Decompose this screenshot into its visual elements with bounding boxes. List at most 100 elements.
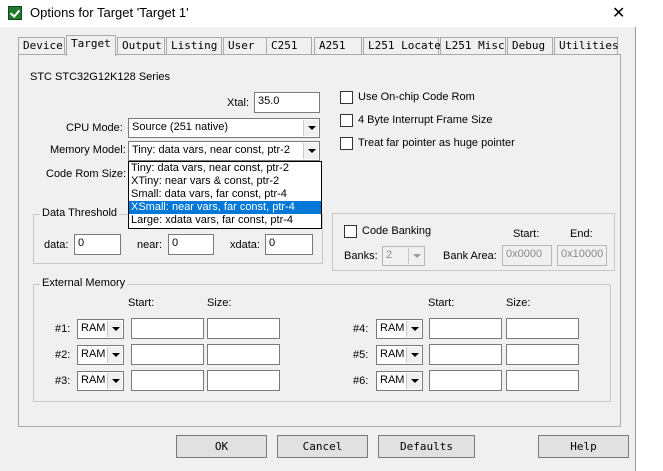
banks-value: 2: [386, 249, 393, 261]
ext-row-label: #3:: [55, 375, 71, 387]
ext-memory-type-value: RAM: [380, 374, 405, 386]
far-pointer-checkbox[interactable]: [340, 137, 353, 150]
ext-size-label-right: Size:: [506, 297, 531, 309]
interrupt-frame-label: 4 Byte Interrupt Frame Size: [358, 114, 493, 126]
tab-utilities[interactable]: Utilities: [554, 37, 619, 55]
ext-memory-type-value: RAM: [81, 348, 106, 360]
use-onchip-rom-checkbox[interactable]: [340, 91, 353, 104]
far-pointer-label: Treat far pointer as huge pointer: [358, 137, 515, 149]
cancel-button[interactable]: Cancel: [277, 435, 368, 458]
memory-model-option[interactable]: Tiny: data vars, near const, ptr-2: [129, 162, 321, 175]
tab-a251[interactable]: A251: [314, 37, 362, 55]
ext-start-input[interactable]: [429, 370, 502, 391]
ext-memory-type-select[interactable]: RAM: [77, 345, 124, 365]
cpu-mode-value: Source (251 native): [132, 121, 228, 133]
ext-memory-type-value: RAM: [81, 374, 106, 386]
ext-start-input[interactable]: [131, 370, 204, 391]
data-threshold-input[interactable]: 0: [74, 234, 121, 255]
banks-select[interactable]: 2: [382, 246, 425, 266]
close-icon[interactable]: ✕: [612, 3, 625, 23]
chevron-down-icon[interactable]: [406, 347, 421, 363]
tab-debug[interactable]: Debug: [507, 37, 553, 55]
ext-size-input[interactable]: [207, 370, 280, 391]
ext-start-input[interactable]: [429, 318, 502, 339]
interrupt-frame-checkbox[interactable]: [340, 114, 353, 127]
tab-c251[interactable]: C251: [266, 37, 312, 55]
chevron-down-icon[interactable]: [303, 120, 318, 136]
ext-memory-type-value: RAM: [81, 322, 106, 334]
code-banking-checkbox[interactable]: [344, 225, 357, 238]
ok-button[interactable]: OK: [176, 435, 267, 458]
tab-target[interactable]: Target: [66, 35, 116, 56]
ext-memory-type-select[interactable]: RAM: [376, 371, 423, 391]
ext-start-label-left: Start:: [128, 297, 155, 309]
defaults-button[interactable]: Defaults: [378, 435, 475, 458]
use-onchip-rom-label: Use On-chip Code Rom: [358, 91, 475, 103]
tab-l251-misc[interactable]: L251 Misc: [440, 37, 506, 55]
ext-start-label-right: Start:: [428, 297, 455, 309]
ext-row-label: #2:: [55, 349, 71, 361]
memory-model-label: Memory Model:: [50, 144, 126, 156]
data-label: data:: [44, 239, 69, 251]
ext-memory-type-select[interactable]: RAM: [77, 371, 124, 391]
chevron-down-icon[interactable]: [406, 373, 421, 389]
chevron-down-icon[interactable]: [408, 248, 423, 264]
device-name: STC STC32G12K128 Series: [30, 71, 171, 83]
memory-model-option[interactable]: Small: data vars, far const, ptr-4: [129, 188, 321, 201]
memory-model-value: Tiny: data vars, near const, ptr-2: [132, 144, 290, 156]
tab-listing[interactable]: Listing: [166, 37, 222, 55]
ext-row-label: #6:: [353, 375, 369, 387]
cpu-mode-label: CPU Mode:: [66, 122, 123, 134]
ext-size-label-left: Size:: [207, 297, 232, 309]
ext-start-input[interactable]: [131, 318, 204, 339]
code-banking-label: Code Banking: [362, 225, 432, 237]
xdata-label: xdata:: [230, 239, 260, 251]
bank-start-input[interactable]: 0x0000: [502, 245, 552, 266]
ext-start-input[interactable]: [429, 344, 502, 365]
code-rom-size-label: Code Rom Size:: [46, 168, 127, 180]
ext-size-input[interactable]: [207, 344, 280, 365]
help-button[interactable]: Help: [538, 435, 629, 458]
keil-app-icon: [8, 6, 22, 20]
external-memory-title: External Memory: [40, 277, 128, 289]
ext-row-label: #5:: [353, 349, 369, 361]
memory-model-option[interactable]: XTiny: near vars & const, ptr-2: [129, 175, 321, 188]
ext-memory-type-select[interactable]: RAM: [376, 319, 423, 339]
ext-row-label: #1:: [55, 323, 71, 335]
chevron-down-icon[interactable]: [107, 347, 122, 363]
ext-memory-type-select[interactable]: RAM: [376, 345, 423, 365]
xtal-label: Xtal:: [227, 97, 250, 109]
ext-size-input[interactable]: [506, 370, 579, 391]
chevron-down-icon[interactable]: [107, 321, 122, 337]
near-label: near:: [137, 239, 163, 251]
data-threshold-title: Data Threshold: [40, 207, 120, 219]
bank-start-label: Start:: [513, 228, 540, 240]
options-dialog: Options for Target 'Target 1' ✕ Device T…: [0, 0, 636, 471]
tab-output[interactable]: Output: [117, 37, 165, 55]
chevron-down-icon[interactable]: [303, 143, 318, 159]
xdata-threshold-input[interactable]: 0: [265, 234, 313, 255]
memory-model-select[interactable]: Tiny: data vars, near const, ptr-2: [128, 141, 320, 161]
ext-start-input[interactable]: [131, 344, 204, 365]
banks-label: Banks:: [344, 250, 378, 262]
ext-size-input[interactable]: [506, 344, 579, 365]
chevron-down-icon[interactable]: [107, 373, 122, 389]
memory-model-option-selected[interactable]: XSmall: near vars, far const, ptr-4: [129, 201, 321, 214]
cpu-mode-select[interactable]: Source (251 native): [128, 118, 320, 138]
ext-memory-type-select[interactable]: RAM: [77, 319, 124, 339]
ext-memory-type-value: RAM: [380, 322, 405, 334]
tab-device[interactable]: Device: [18, 37, 65, 55]
chevron-down-icon[interactable]: [406, 321, 421, 337]
near-threshold-input[interactable]: 0: [168, 234, 214, 255]
tab-l251-locate[interactable]: L251 Locate: [363, 37, 441, 55]
title-bar: Options for Target 'Target 1' ✕: [0, 0, 636, 27]
ext-row-label: #4:: [353, 323, 369, 335]
memory-model-dropdown: Tiny: data vars, near const, ptr-2 XTiny…: [128, 161, 322, 229]
ext-size-input[interactable]: [207, 318, 280, 339]
bank-end-label: End:: [570, 228, 593, 240]
memory-model-option[interactable]: Large: xdata vars, far const, ptr-4: [129, 214, 321, 227]
ext-size-input[interactable]: [506, 318, 579, 339]
ext-memory-type-value: RAM: [380, 348, 405, 360]
xtal-input[interactable]: 35.0: [254, 92, 320, 113]
bank-end-input[interactable]: 0x10000: [557, 245, 607, 266]
